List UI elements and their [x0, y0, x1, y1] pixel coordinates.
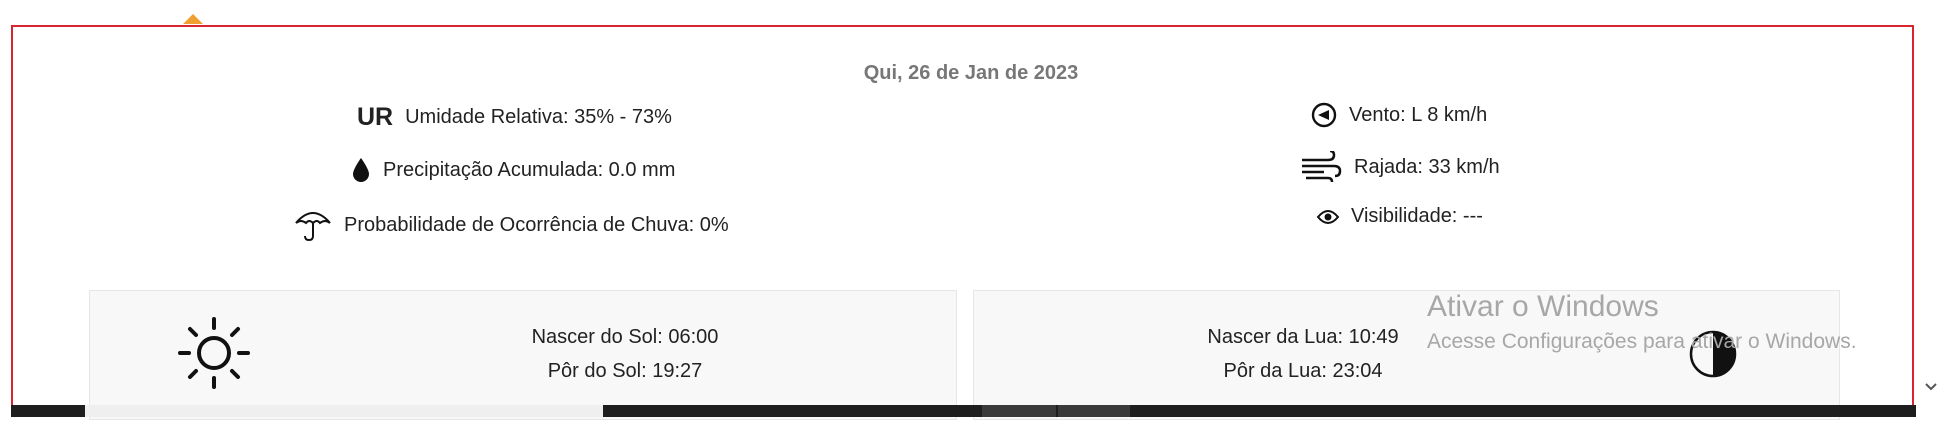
umbrella-icon	[295, 212, 331, 242]
next-section-segment	[982, 405, 1056, 417]
sunset-label: Pôr do Sol: 19:27	[547, 360, 703, 382]
next-section-tab	[85, 405, 603, 417]
drop-icon	[353, 158, 369, 182]
ur-text-icon: UR	[357, 103, 394, 131]
rain-probability-row: Probabilidade de Ocorrência de Chuva: 0%	[294, 208, 729, 242]
forecast-date: Qui, 26 de Jan de 2023	[863, 62, 1079, 84]
humidity-row: UR Umidade Relativa: 35% - 73%	[357, 103, 672, 132]
gust-label: Rajada: 33 km/h	[1354, 155, 1500, 178]
wind-gust-icon	[1302, 151, 1342, 183]
moonrise-label: Nascer da Lua: 10:49	[1207, 326, 1399, 348]
next-section-segment	[1058, 405, 1130, 417]
watermark-title: Ativar o Windows	[1427, 290, 1659, 323]
eye-icon	[1317, 209, 1339, 224]
sun-times: Nascer do Sol: 06:00 Pôr do Sol: 19:27	[465, 320, 785, 388]
scroll-down-arrow-icon[interactable]	[1924, 382, 1938, 392]
precipitation-row: Precipitação Acumulada: 0.0 mm	[351, 157, 675, 183]
precipitation-label: Precipitação Acumulada: 0.0 mm	[383, 158, 676, 181]
moonset-label: Pôr da Lua: 23:04	[1223, 360, 1383, 382]
gust-row: Rajada: 33 km/h	[1300, 151, 1500, 183]
dropdown-caret	[183, 14, 203, 24]
rain-probability-label: Probabilidade de Ocorrência de Chuva: 0%	[344, 213, 729, 236]
watermark-subtitle: Acesse Configurações para ativar o Windo…	[1427, 330, 1857, 353]
moon-times: Nascer da Lua: 10:49 Pôr da Lua: 23:04	[1143, 320, 1463, 388]
visibility-row: Visibilidade: ---	[1317, 205, 1483, 228]
sun-icon	[178, 317, 250, 389]
humidity-label: Umidade Relativa: 35% - 73%	[405, 106, 672, 128]
sunrise-label: Nascer do Sol: 06:00	[531, 326, 719, 348]
windows-activation-watermark: Ativar o Windows Acesse Configurações pa…	[1427, 290, 1857, 354]
visibility-label: Visibilidade: ---	[1351, 205, 1483, 227]
wind-direction-icon	[1311, 102, 1337, 128]
wind-row: Vento: L 8 km/h	[1311, 102, 1487, 128]
wind-label: Vento: L 8 km/h	[1349, 103, 1488, 126]
